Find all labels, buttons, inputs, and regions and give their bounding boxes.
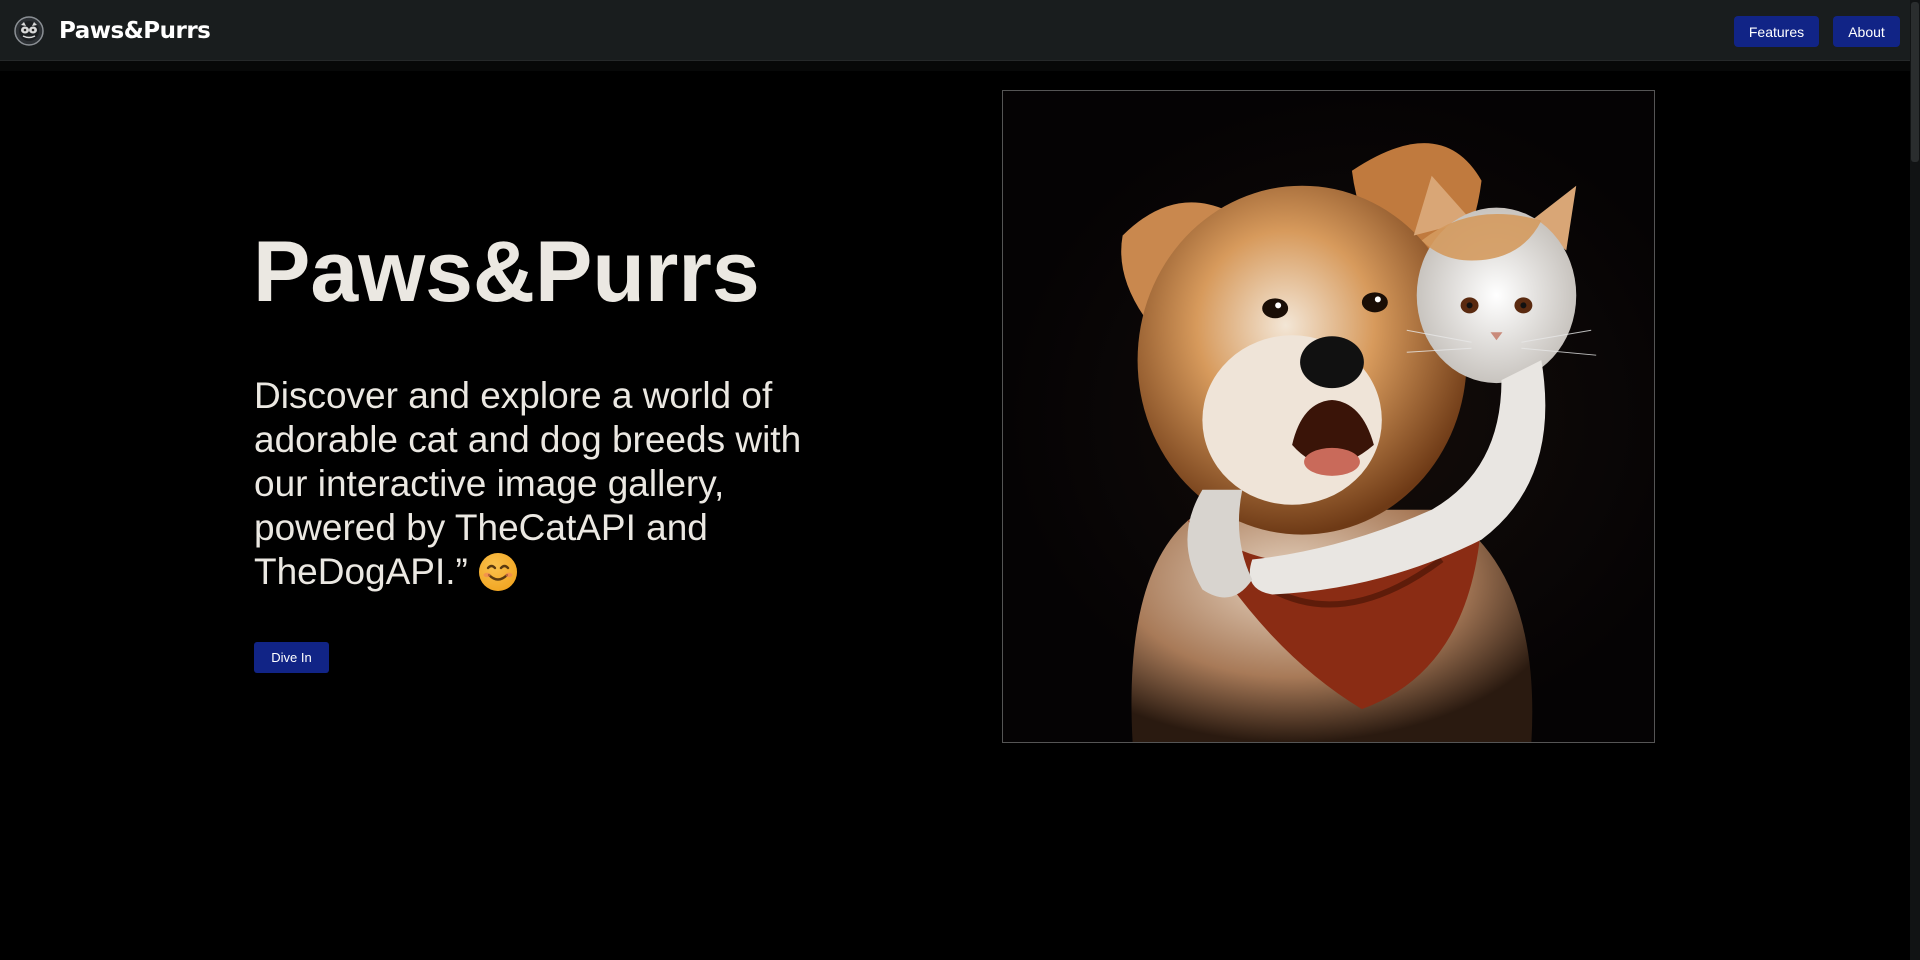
scrollbar-thumb[interactable] [1911, 2, 1919, 162]
navbar: Paws&Purrs Features About [0, 0, 1910, 61]
dog-and-cat-illustration [1121, 143, 1597, 742]
about-button[interactable]: About [1833, 16, 1900, 47]
paw-logo-icon [14, 16, 44, 46]
brand[interactable]: Paws&Purrs [14, 15, 211, 47]
dive-in-button[interactable]: Dive In [254, 642, 329, 673]
hero-description: Discover and explore a world of adorable… [254, 374, 834, 594]
hero-title: Paws&Purrs [253, 224, 760, 320]
features-button[interactable]: Features [1734, 16, 1819, 47]
brand-name: Paws&Purrs [59, 18, 211, 44]
hero-description-text: Discover and explore a world of adorable… [254, 375, 802, 592]
navbar-shadow [0, 61, 1910, 71]
dog-and-cat-hug-image [1002, 90, 1655, 743]
smiling-face-icon [478, 553, 517, 591]
